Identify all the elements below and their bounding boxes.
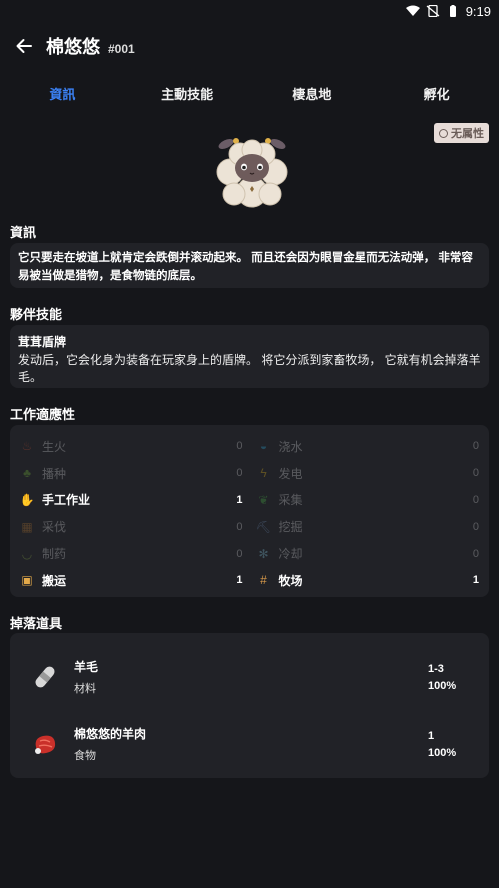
tab-label: 主動技能 [161,87,214,102]
partner-skill-name: 茸茸盾牌 [18,335,67,349]
work-item: ✋ 手工作业 1 [20,487,243,514]
work-item-level: 1 [236,574,243,587]
drop-item[interactable]: 羊毛 材料 1-3 100% [10,655,489,699]
tab-active-skills[interactable]: 主動技能 [125,76,250,118]
drop-rate: 100% [428,679,457,692]
drop-item-quantity: 1-3 100% [428,663,456,692]
tab-label: 孵化 [423,87,450,102]
drops-card: 羊毛 材料 1-3 100% 棉悠悠的羊肉 食物 1 100% [10,633,489,778]
element-label: 无属性 [451,128,484,140]
drop-quantity: 1-3 [428,662,444,675]
work-item-name: 手工作业 [42,493,91,508]
leaf-icon: ❦ [258,492,269,507]
work-item-level: 1 [472,574,479,587]
work-item: ϟ 发电 0 [257,460,479,487]
medicine-bowl-icon: ◡ [21,546,33,561]
drops-heading: 掉落道具 [10,616,63,631]
work-suitability-heading: 工作適應性 [10,407,76,422]
hand-icon: ✋ [19,492,35,507]
work-item-level: 0 [472,467,479,480]
work-item: ♨ 生火 0 [20,433,243,460]
drop-item-category: 材料 [74,683,96,695]
no-sim-icon [426,5,440,17]
box-icon: ▣ [21,573,33,588]
drop-item[interactable]: 棉悠悠的羊肉 食物 1 100% [10,722,489,766]
drop-item-category: 食物 [74,750,96,762]
work-item-name: 发电 [278,466,303,481]
work-item-name: 浇水 [278,439,303,454]
lightning-icon: ϟ [260,466,267,481]
work-item: ◒ 浇水 0 [257,433,479,460]
snowflake-icon: ✻ [258,546,269,561]
wifi-icon [405,5,420,16]
work-item-name: 生火 [42,439,67,454]
arrow-left-icon [16,39,32,53]
tab-habitat[interactable]: 棲息地 [250,76,375,118]
drop-item-quantity: 1 100% [428,730,456,759]
wool-icon [35,666,55,688]
pal-number: #001 [108,42,135,56]
work-item-level: 0 [236,467,243,480]
drop-quantity: 1 [428,729,435,742]
fence-icon: # [260,573,267,588]
meat-icon [35,735,56,754]
page-title: 棉悠悠 [46,37,100,57]
work-item-level: 0 [236,440,243,453]
partner-skill-description: 发动后，它会化身为装备在玩家身上的盾牌。 将它分派到家畜牧场， 它就有机会掉落羊… [18,353,481,384]
work-item: ▦ 采伐 0 [20,513,243,540]
work-item: ◡ 制药 0 [20,540,243,567]
tab-label: 資訊 [49,87,76,102]
work-item-name: 采伐 [42,520,67,535]
work-item: ✻ 冷却 0 [257,540,479,567]
app-bar: 棉悠悠 #001 [0,26,499,66]
status-bar: 9:19 [0,0,499,22]
drop-item-text: 羊毛 材料 [74,658,489,696]
info-heading: 資訊 [10,225,37,240]
tab-breeding[interactable]: 孵化 [374,76,499,118]
partner-skill-heading: 夥伴技能 [10,307,63,322]
logs-icon: ▦ [21,519,33,534]
back-button[interactable] [10,32,38,60]
description-card: 它只要走在坡道上就肯定会跌倒并滚动起来。 而且还会因为眼冒金星而无法动弹， 非常… [10,243,489,288]
element-badge: 无属性 [434,123,489,143]
work-item-name: 挖掘 [278,520,303,535]
work-item-level: 0 [236,547,243,560]
pal-portrait-image [216,138,288,208]
work-item: ♣ 播种 0 [20,460,243,487]
work-item-level: 1 [236,493,243,506]
work-item-level: 0 [472,440,479,453]
partner-skill-card: 茸茸盾牌 发动后，它会化身为装备在玩家身上的盾牌。 将它分派到家畜牧场， 它就有… [10,325,489,388]
drop-item-name: 羊毛 [74,660,99,674]
work-item-level: 0 [236,520,243,533]
tab-info[interactable]: 資訊 [0,76,125,118]
work-item-name: 牧场 [278,573,303,588]
work-item: ❦ 采集 0 [257,487,479,514]
neutral-element-icon [439,128,448,138]
battery-icon [449,5,456,17]
tab-label: 棲息地 [292,87,332,102]
work-item-name: 播种 [42,466,67,481]
tab-bar: 資訊 主動技能 棲息地 孵化 [0,76,499,118]
pickaxe-icon: ⛏ [255,519,272,534]
water-icon: ◒ [259,439,268,454]
work-item-level: 0 [472,493,479,506]
work-item-level: 0 [472,520,479,533]
work-item-name: 冷却 [278,547,303,562]
work-item-name: 采集 [278,493,303,508]
work-item-level: 0 [472,547,479,560]
fire-icon: ♨ [21,439,33,454]
pal-description: 它只要走在坡道上就肯定会跌倒并滚动起来。 而且还会因为眼冒金星而无法动弹， 非常… [18,252,473,282]
sprout-icon: ♣ [23,466,31,481]
status-time: 9:19 [465,3,491,19]
drop-item-name: 棉悠悠的羊肉 [74,727,147,741]
work-suitability-grid: ♨ 生火 0 ◒ 浇水 0 ♣ 播种 0 ϟ 发电 0 ✋ 手工作业 1 ❦ 采集 0 ▦ 采伐 0 ⛏ 挖掘 0 ◡ 制药 0 ✻ 冷… [10,425,489,598]
work-item-name: 搬运 [42,573,67,588]
work-item-name: 制药 [42,547,67,562]
drop-item-text: 棉悠悠的羊肉 食物 [74,725,489,763]
work-item: ▣ 搬运 1 [20,567,243,594]
work-suitability-card: ♨ 生火 0 ◒ 浇水 0 ♣ 播种 0 ϟ 发电 0 ✋ 手工作业 1 ❦ 采集 0 ▦ 采伐 0 ⛏ 挖掘 0 ◡ 制药 0 ✻ 冷… [10,425,489,597]
work-item: # 牧场 1 [257,567,479,594]
drop-rate: 100% [428,746,457,759]
work-item: ⛏ 挖掘 0 [255,513,479,540]
